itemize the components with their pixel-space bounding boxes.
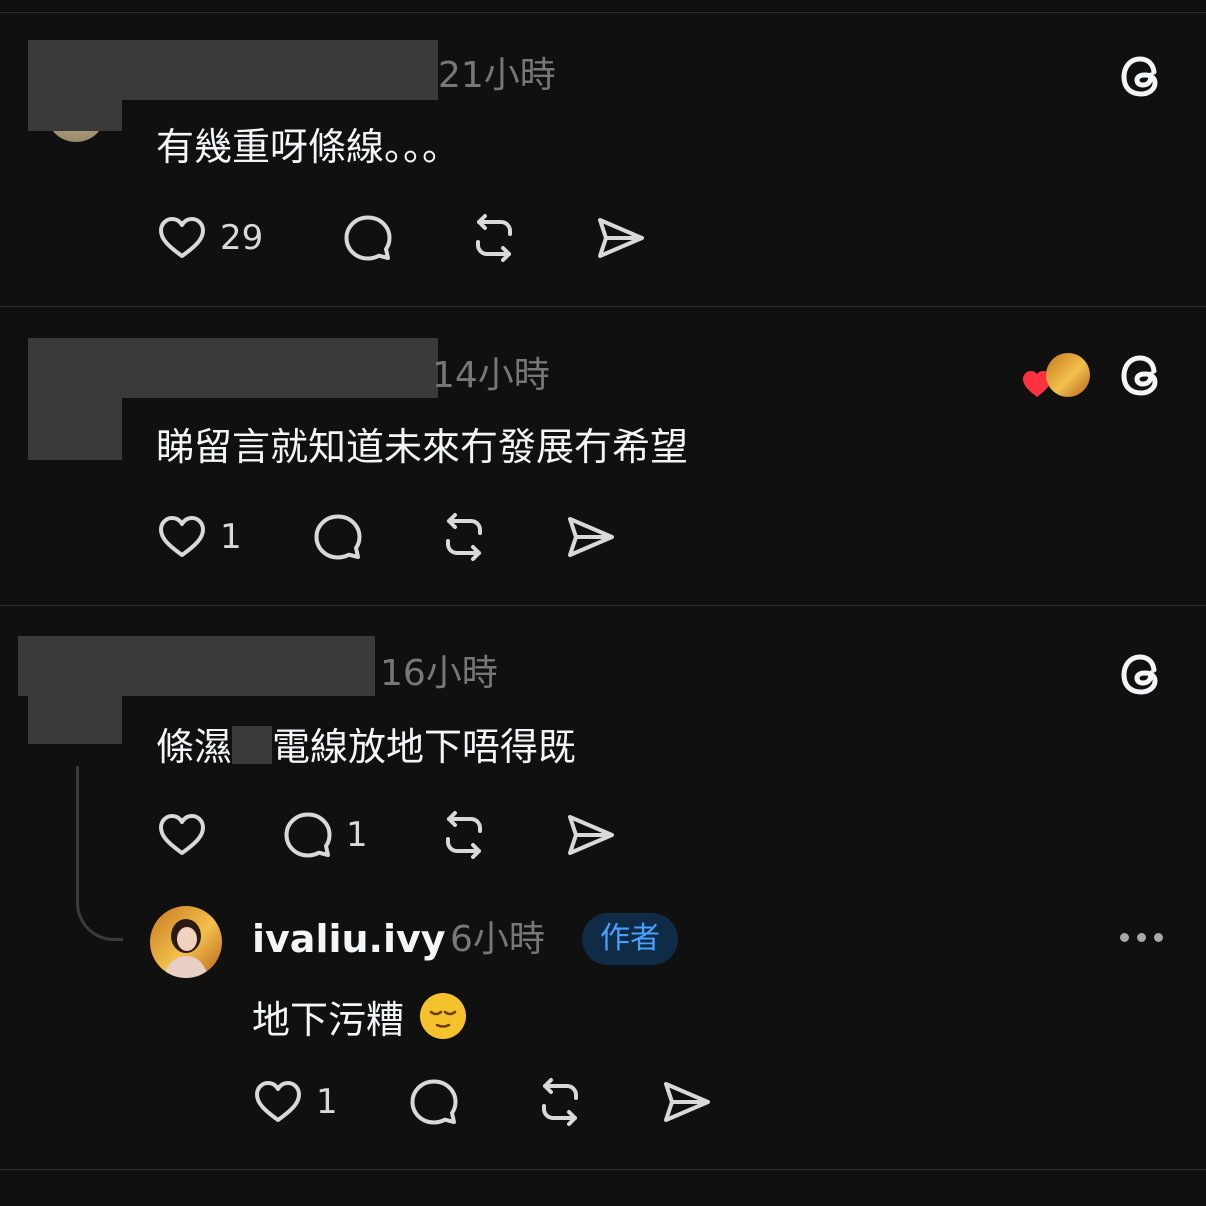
share-icon xyxy=(598,218,644,258)
threads-icon[interactable] xyxy=(1116,50,1168,102)
like-count: 1 xyxy=(220,517,242,557)
redacted-character xyxy=(232,726,273,764)
threads-icon[interactable] xyxy=(1116,648,1168,700)
repost-icon xyxy=(446,811,482,859)
redacted-avatar xyxy=(28,694,122,744)
redacted-username xyxy=(18,636,375,696)
redacted-avatar xyxy=(28,396,122,460)
share-button[interactable] xyxy=(564,509,616,565)
post-text-part: 電線放地下唔得既 xyxy=(272,725,577,769)
repost-button[interactable] xyxy=(468,210,520,266)
reply-time: 6小時 xyxy=(450,919,545,960)
share-icon xyxy=(664,1082,710,1122)
like-button[interactable] xyxy=(156,807,208,863)
post-divider xyxy=(0,306,1206,307)
comment-button[interactable] xyxy=(312,509,364,565)
comment-icon xyxy=(314,514,362,560)
sleepy-face-emoji xyxy=(420,993,467,1039)
post-divider xyxy=(0,605,1206,606)
repost-button[interactable] xyxy=(438,807,490,863)
comment-icon xyxy=(344,215,392,261)
author-badge: 作者 xyxy=(582,913,678,965)
action-bar: 1 xyxy=(156,807,676,867)
username[interactable]: ivaliu.ivy xyxy=(252,920,446,958)
heart-icon xyxy=(255,1081,301,1122)
comment-button[interactable]: 1 xyxy=(282,807,368,863)
thread-connector-line xyxy=(76,766,123,941)
share-button[interactable] xyxy=(594,210,646,266)
repost-button[interactable] xyxy=(438,509,490,565)
comment-button[interactable] xyxy=(342,210,394,266)
heart-icon xyxy=(159,814,205,855)
like-button[interactable]: 1 xyxy=(252,1074,338,1130)
repost-button[interactable] xyxy=(534,1074,586,1130)
like-button[interactable]: 1 xyxy=(156,509,242,565)
like-count: 29 xyxy=(220,218,264,258)
comment-icon xyxy=(410,1079,458,1125)
redacted-username xyxy=(28,40,438,100)
comment-icon xyxy=(284,812,332,858)
repost-icon xyxy=(446,513,482,561)
action-bar: 1 xyxy=(252,1074,772,1134)
post-text-part: 條濕 xyxy=(156,725,233,769)
comment-button[interactable] xyxy=(408,1074,460,1130)
post-text: 條濕 電線放地下唔得既 xyxy=(156,726,576,766)
share-icon xyxy=(568,815,614,855)
reply-count: 1 xyxy=(346,815,368,855)
share-button[interactable] xyxy=(660,1074,712,1130)
top-divider xyxy=(0,12,1206,13)
like-button[interactable]: 29 xyxy=(156,210,263,266)
heart-icon xyxy=(159,516,205,557)
post-time: 14小時 xyxy=(432,355,550,396)
share-button[interactable] xyxy=(564,807,616,863)
action-bar: 29 xyxy=(156,210,676,270)
post-time: 16小時 xyxy=(380,653,498,694)
bottom-divider xyxy=(0,1169,1206,1170)
action-bar: 1 xyxy=(156,509,676,569)
post-text: 睇留言就知道未來冇發展冇希望 xyxy=(156,425,689,469)
redacted-username xyxy=(28,338,438,398)
more-icon-dot xyxy=(1154,933,1163,942)
author-avatar-mini xyxy=(1046,353,1090,397)
more-icon-dot xyxy=(1120,933,1129,942)
share-icon xyxy=(568,517,614,557)
avatar[interactable] xyxy=(150,906,222,978)
post-time: 21小時 xyxy=(438,55,556,96)
reply-text: 地下污糟 xyxy=(252,993,467,1042)
post-text: 有幾重呀條線。。。 xyxy=(156,125,461,169)
repost-icon xyxy=(476,214,512,262)
more-icon-dot xyxy=(1137,933,1146,942)
profile-photo xyxy=(164,919,208,978)
more-button[interactable] xyxy=(1120,933,1163,942)
sleepy-face-icon xyxy=(429,1010,457,1028)
like-count: 1 xyxy=(316,1082,338,1122)
redacted-avatar xyxy=(28,98,122,131)
threads-icon[interactable] xyxy=(1116,349,1168,401)
repost-icon xyxy=(542,1078,578,1126)
reply-text-content: 地下污糟 xyxy=(252,998,405,1042)
heart-icon xyxy=(159,217,205,258)
